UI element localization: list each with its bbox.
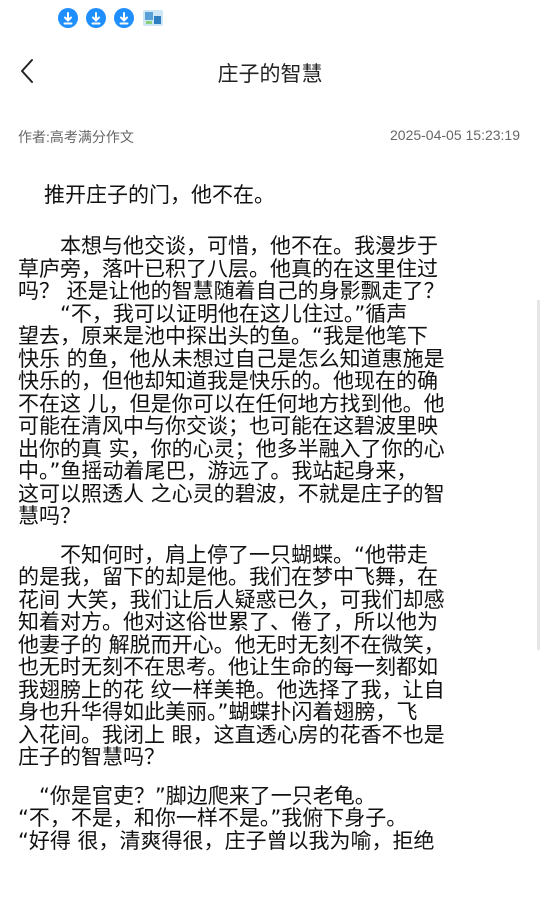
download-icon: [114, 8, 134, 28]
paragraph-line: “好得 很，清爽得很，庄子曾以我为喻，拒绝: [18, 828, 435, 853]
paragraph-line: 快乐的，但他却知道我是快乐的。他现在的确: [18, 369, 438, 393]
paragraph-line: 的是我，留下的却是他。我们在梦中飞舞，在: [18, 565, 438, 589]
paragraph-line: 草庐旁，落叶已积了八层。他真的在这里住过: [18, 256, 438, 281]
notification-icons: [58, 8, 164, 28]
nav-bar: 庄子的智慧: [0, 44, 540, 100]
paragraph-line: 我翅膀上的花 纹一样美艳。他选择了我，让自: [18, 677, 445, 702]
paragraph-line: 也无时无刻不在思考。他让生命的每一刻都如: [18, 655, 438, 679]
publish-date: 2025-04-05 15:23:19: [390, 127, 520, 143]
paragraph-line: 花间 大笑，我们让后人疑惑已久，可我们却感: [18, 587, 445, 612]
status-bar: [0, 0, 540, 38]
app-thumbnail-icon: [143, 10, 163, 26]
paragraph-line: 入花间。我闭上 眼，这直透心房的花香不也是: [18, 722, 445, 747]
paragraph-line: 不在这 儿，但是你可以在任何地方找到他。他: [18, 391, 445, 416]
paragraph-line: “你是官吏？”脚边爬来了一只老龟。: [18, 783, 376, 808]
paragraph-line: “不，我可以证明他在这儿住过。”循声: [18, 301, 408, 326]
paragraph-line: 可能在清风中与你交谈；也可能在这碧波里映: [18, 414, 438, 438]
paragraph-line: 慧吗？: [18, 504, 81, 528]
paragraph-line: 庄子的智慧吗？: [18, 745, 165, 769]
article-paragraph: “你是官吏？”脚边爬来了一只老龟。 “不，不是，和你一样不是。”我俯下身子。 “好得…: [18, 783, 512, 853]
page-title: 庄子的智慧: [217, 62, 323, 86]
author-label: 作者:高考满分作文: [18, 129, 134, 145]
paragraph-line: 知着对方。他对这俗世累了、倦了，所以他为: [18, 610, 438, 634]
paragraph-line: 望去，原来是池中探出头的鱼。“我是他笔下: [18, 324, 428, 348]
article-body: 推开庄子的门，他不在。 本想与他交谈，可惜，他不在。我漫步于 草庐旁，落叶已积了八…: [18, 182, 512, 868]
article-paragraph: 不知何时，肩上停了一只蝴蝶。“他带走 的是我，留下的却是他。我们在梦中飞舞，在 花间…: [18, 542, 512, 769]
paragraph-line: 出你的真 实，你的心灵；他多半融入了你的心: [18, 436, 445, 461]
paragraph-line: 中。”鱼摇动着尾巴，游远了。我站起身来，: [18, 459, 418, 483]
paragraph-line: 这可以照透人 之心灵的碧波，不就是庄子的智: [18, 481, 445, 506]
article-lead: 推开庄子的门，他不在。: [44, 183, 275, 207]
download-icon: [58, 8, 78, 28]
article-meta: 作者:高考满分作文 2025-04-05 15:23:19: [18, 127, 522, 147]
paragraph-line: 不知何时，肩上停了一只蝴蝶。“他带走: [18, 542, 428, 567]
article-paragraph: 本想与他交谈，可惜，他不在。我漫步于 草庐旁，落叶已积了八层。他真的在这里住过 吗？…: [18, 235, 512, 528]
paragraph-line: “不，不是，和你一样不是。”我俯下身子。: [18, 806, 408, 830]
paragraph-line: 身也升华得如此美丽。”蝴蝶扑闪着翅膀，飞: [18, 700, 418, 724]
paragraph-line: 吗？ 还是让他的智慧随着自己的身影飘走了？: [18, 279, 445, 303]
paragraph-line: 快乐 的鱼，他从未想过自己是怎么知道惠施是: [18, 346, 445, 371]
paragraph-line: 他妻子的 解脱而开心。他无时无刻不在微笑，: [18, 632, 445, 657]
paragraph-line: 本想与他交谈，可惜，他不在。我漫步于: [18, 234, 438, 258]
download-icon: [86, 8, 106, 28]
